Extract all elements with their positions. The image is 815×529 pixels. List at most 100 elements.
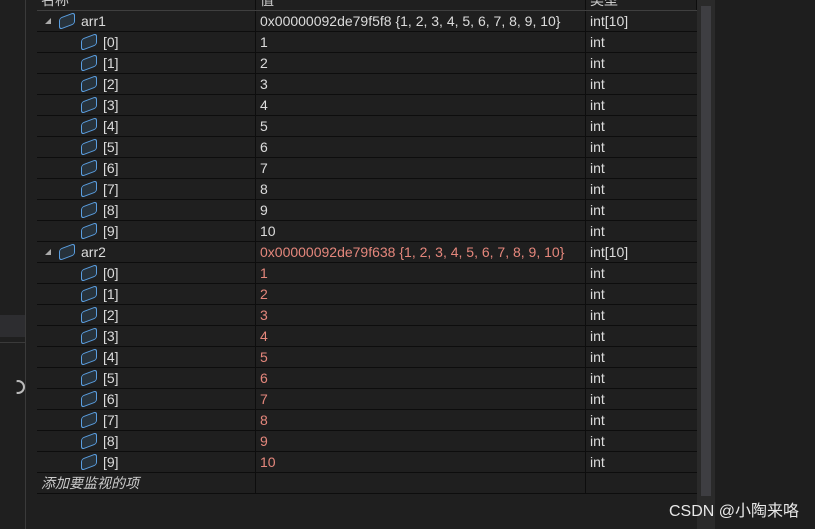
table-row[interactable]: [5] 6 int (37, 368, 697, 389)
variable-icon (81, 348, 97, 366)
table-row[interactable]: [3] 4 int (37, 326, 697, 347)
table-row[interactable]: arr2 0x00000092de79f638 {1, 2, 3, 4, 5, 6… (37, 242, 697, 263)
variable-name: [7] (103, 412, 119, 428)
value-cell[interactable]: 9 (256, 431, 586, 451)
value-cell[interactable]: 2 (256, 53, 586, 73)
table-row[interactable]: [9] 10 int (37, 221, 697, 242)
watch-table: 名称 值 类型 arr1 0x00000092de79f5f8 {1, 2, 3,… (37, 0, 697, 494)
variable-icon (81, 33, 97, 51)
expand-toggle-icon[interactable] (45, 18, 51, 24)
variable-name: [4] (103, 349, 119, 365)
table-row[interactable]: [8] 9 int (37, 431, 697, 452)
name-cell[interactable]: [7] (37, 179, 256, 199)
name-cell[interactable]: [2] (37, 305, 256, 325)
table-row[interactable]: [1] 2 int (37, 53, 697, 74)
value-cell[interactable]: 0x00000092de79f5f8 {1, 2, 3, 4, 5, 6, 7,… (256, 11, 586, 31)
name-cell[interactable]: [0] (37, 263, 256, 283)
variable-icon (81, 117, 97, 135)
value-cell[interactable]: 10 (256, 221, 586, 241)
type-cell: int (590, 139, 605, 155)
value-cell[interactable]: 7 (256, 158, 586, 178)
table-row[interactable]: [5] 6 int (37, 137, 697, 158)
header-value[interactable]: 值 (256, 0, 586, 10)
variable-icon (59, 243, 75, 261)
add-watch-input[interactable]: 添加要监视的项 (37, 473, 256, 493)
clock-icon[interactable] (16, 380, 25, 394)
variable-icon (81, 306, 97, 324)
table-row[interactable]: [8] 9 int (37, 200, 697, 221)
variable-name: [8] (103, 433, 119, 449)
name-cell[interactable]: [5] (37, 368, 256, 388)
value-cell[interactable]: 6 (256, 368, 586, 388)
value-cell[interactable]: 1 (256, 263, 586, 283)
table-row[interactable]: [6] 7 int (37, 158, 697, 179)
value-cell[interactable]: 5 (256, 116, 586, 136)
variable-icon (81, 390, 97, 408)
table-row[interactable]: [6] 7 int (37, 389, 697, 410)
value-cell[interactable]: 8 (256, 179, 586, 199)
name-cell[interactable]: [7] (37, 410, 256, 430)
value-cell[interactable]: 3 (256, 74, 586, 94)
header-type[interactable]: 类型 (586, 0, 697, 10)
value-cell[interactable]: 0x00000092de79f638 {1, 2, 3, 4, 5, 6, 7,… (256, 242, 586, 262)
table-row[interactable]: arr1 0x00000092de79f5f8 {1, 2, 3, 4, 5, 6… (37, 11, 697, 32)
variable-name: [9] (103, 223, 119, 239)
scrollbar-thumb[interactable] (701, 6, 711, 496)
type-cell: int[10] (590, 244, 629, 260)
table-row[interactable]: [0] 1 int (37, 32, 697, 53)
name-cell[interactable]: [8] (37, 431, 256, 451)
add-watch-row[interactable]: 添加要监视的项 (37, 473, 697, 494)
divider (0, 342, 25, 343)
value-cell[interactable]: 3 (256, 305, 586, 325)
table-row[interactable]: [3] 4 int (37, 95, 697, 116)
table-row[interactable]: [1] 2 int (37, 284, 697, 305)
value-cell[interactable]: 5 (256, 347, 586, 367)
type-cell: int (590, 223, 605, 239)
type-cell: int (590, 412, 605, 428)
table-row[interactable]: [2] 3 int (37, 74, 697, 95)
variable-name: [0] (103, 265, 119, 281)
name-cell[interactable]: [1] (37, 53, 256, 73)
name-cell[interactable]: [1] (37, 284, 256, 304)
value-cell[interactable]: 7 (256, 389, 586, 409)
name-cell[interactable]: [6] (37, 158, 256, 178)
name-cell[interactable]: [5] (37, 137, 256, 157)
name-cell[interactable]: [3] (37, 95, 256, 115)
variable-icon (81, 201, 97, 219)
type-cell: int (590, 307, 605, 323)
name-cell[interactable]: [8] (37, 200, 256, 220)
value-cell[interactable]: 4 (256, 326, 586, 346)
expand-toggle-icon[interactable] (45, 249, 51, 255)
value-cell[interactable]: 9 (256, 200, 586, 220)
type-cell: int (590, 349, 605, 365)
variable-name: [6] (103, 391, 119, 407)
table-row[interactable]: [4] 5 int (37, 347, 697, 368)
name-cell[interactable]: [4] (37, 116, 256, 136)
table-row[interactable]: [0] 1 int (37, 263, 697, 284)
name-cell[interactable]: [0] (37, 32, 256, 52)
value-cell[interactable]: 1 (256, 32, 586, 52)
variable-icon (81, 432, 97, 450)
value-cell[interactable]: 2 (256, 284, 586, 304)
variable-name: [2] (103, 76, 119, 92)
name-cell[interactable]: [2] (37, 74, 256, 94)
type-cell: int (590, 391, 605, 407)
value-cell[interactable]: 10 (256, 452, 586, 472)
name-cell[interactable]: [9] (37, 221, 256, 241)
name-cell[interactable]: arr2 (37, 242, 256, 262)
table-row[interactable]: [7] 8 int (37, 179, 697, 200)
table-row[interactable]: [7] 8 int (37, 410, 697, 431)
name-cell[interactable]: [3] (37, 326, 256, 346)
table-row[interactable]: [4] 5 int (37, 116, 697, 137)
value-cell[interactable]: 4 (256, 95, 586, 115)
table-row[interactable]: [2] 3 int (37, 305, 697, 326)
table-row[interactable]: [9] 10 int (37, 452, 697, 473)
name-cell[interactable]: [4] (37, 347, 256, 367)
name-cell[interactable]: [9] (37, 452, 256, 472)
header-name[interactable]: 名称 (37, 0, 256, 10)
value-cell[interactable]: 8 (256, 410, 586, 430)
name-cell[interactable]: [6] (37, 389, 256, 409)
value-cell[interactable]: 6 (256, 137, 586, 157)
name-cell[interactable]: arr1 (37, 11, 256, 31)
type-cell: int (590, 76, 605, 92)
